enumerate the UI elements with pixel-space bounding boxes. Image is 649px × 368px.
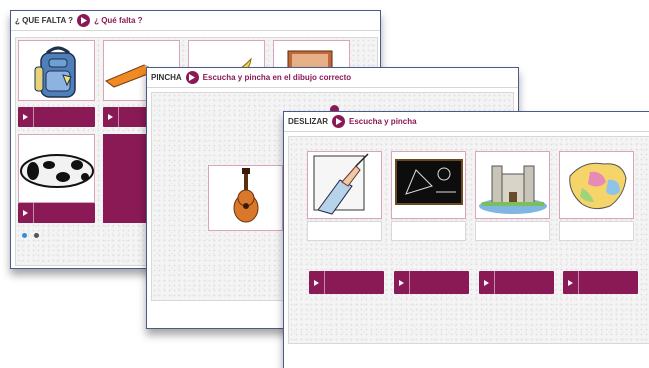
play-icon: [335, 118, 342, 125]
activity-title: Escucha y pincha: [349, 117, 417, 126]
slot-play-button[interactable]: [18, 107, 34, 127]
castle-image: [479, 165, 547, 214]
play-icon: [314, 279, 319, 286]
deslizar-card: DESLIZAR Escucha y pincha: [283, 111, 649, 368]
play-icon: [568, 279, 573, 286]
slot-play-button[interactable]: [479, 271, 495, 294]
audio-play-button[interactable]: [77, 14, 91, 27]
activity-panel: [288, 136, 649, 344]
card-header: DESLIZAR Escucha y pincha: [284, 112, 649, 132]
drop-target[interactable]: [307, 221, 382, 241]
answer-slot[interactable]: [394, 271, 469, 294]
play-icon: [23, 210, 28, 216]
drop-target[interactable]: [475, 221, 550, 241]
activity-type-label: DESLIZAR: [288, 117, 328, 126]
slot-play-button[interactable]: [103, 107, 119, 127]
item-tile[interactable]: [391, 151, 466, 219]
answer-slot[interactable]: [563, 271, 638, 294]
card-header: PINCHA Escucha y pincha en el dibujo cor…: [147, 68, 518, 88]
answer-slot[interactable]: [18, 107, 95, 127]
screenshot-stage: ¿ QUE FALTA ? ¿ Qué falta ? PINCHA Escuc…: [0, 0, 649, 368]
pagination-dot-active[interactable]: [22, 233, 27, 238]
item-tile[interactable]: [307, 151, 382, 219]
audio-play-button[interactable]: [185, 71, 199, 84]
answer-slot[interactable]: [479, 271, 554, 294]
blackboard-image: [395, 159, 463, 205]
slot-play-button[interactable]: [18, 203, 34, 223]
item-tile[interactable]: [559, 151, 634, 219]
answer-slot[interactable]: [18, 203, 95, 223]
slot-play-button[interactable]: [394, 271, 410, 294]
play-icon: [399, 279, 404, 286]
slot-play-button[interactable]: [309, 271, 325, 294]
play-icon: [108, 114, 113, 120]
item-tile[interactable]: [208, 165, 283, 231]
writing-hand-image: [313, 153, 369, 215]
item-tile[interactable]: [475, 151, 550, 219]
activity-title: Escucha y pincha en el dibujo correcto: [202, 73, 352, 82]
card-header: ¿ QUE FALTA ? ¿ Qué falta ?: [11, 11, 380, 31]
play-icon: [80, 17, 87, 24]
play-icon: [189, 74, 196, 81]
slot-play-button[interactable]: [563, 271, 579, 294]
guitar-image: [233, 168, 259, 223]
drop-target[interactable]: [559, 221, 634, 241]
play-icon: [484, 279, 489, 286]
backpack-image: [34, 46, 76, 98]
audio-play-button[interactable]: [332, 115, 345, 128]
answer-slot[interactable]: [309, 271, 384, 294]
item-tile[interactable]: [18, 40, 95, 101]
play-icon: [23, 114, 28, 120]
map-image: [569, 162, 627, 210]
item-tile[interactable]: [18, 134, 95, 203]
activity-type-label: PINCHA: [151, 73, 182, 82]
drop-target[interactable]: [391, 221, 466, 241]
activity-title: ¿ Qué falta ?: [94, 16, 143, 25]
pagination-dot[interactable]: [34, 233, 39, 238]
pencil-case-image: [20, 154, 94, 188]
activity-type-label: ¿ QUE FALTA ?: [15, 16, 74, 25]
